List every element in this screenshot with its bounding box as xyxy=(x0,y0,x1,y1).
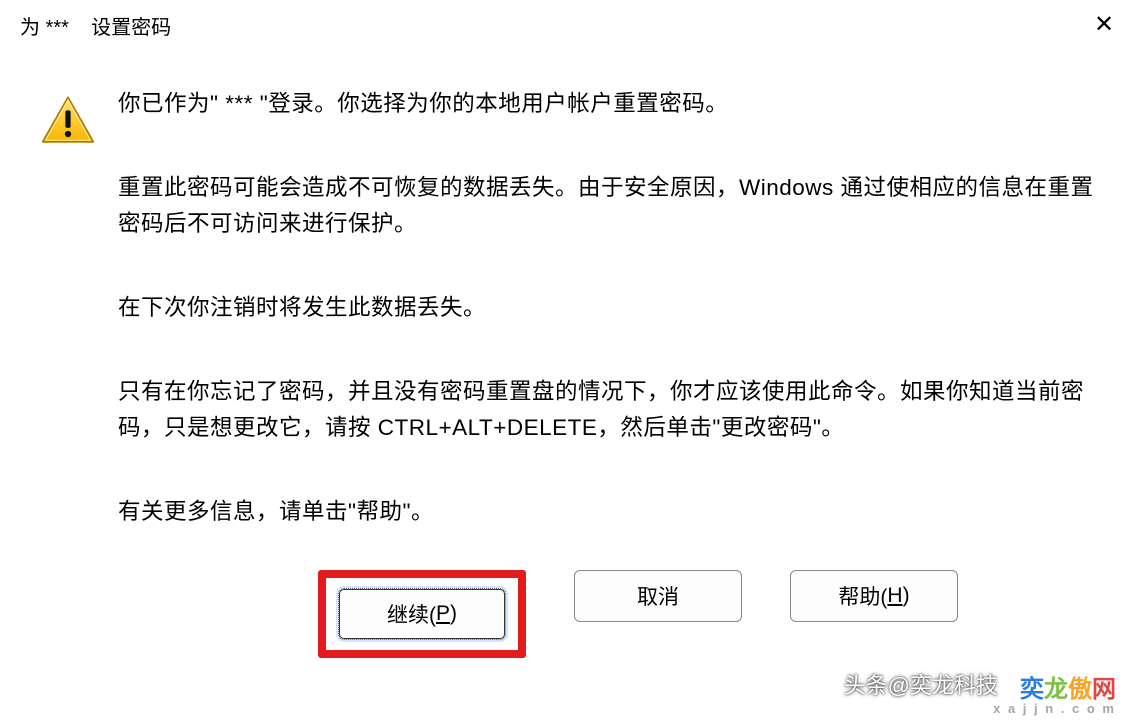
message-column: 你已作为" *** "登录。你选择为你的本地用户帐户重置密码。 重置此密码可能会… xyxy=(108,86,1098,678)
help-button[interactable]: 帮助(H) xyxy=(790,570,958,622)
title-prefix: 为 xyxy=(20,17,46,39)
help-label-post: ) xyxy=(903,584,910,608)
watermark-site-sub: x a j j n . c o m xyxy=(993,702,1116,716)
close-button[interactable]: ✕ xyxy=(1084,6,1124,42)
message-line-1: 你已作为" *** "登录。你选择为你的本地用户帐户重置密码。 xyxy=(118,86,1098,122)
dialog-body: 你已作为" *** "登录。你选择为你的本地用户帐户重置密码。 重置此密码可能会… xyxy=(0,46,1138,688)
message-line-3: 在下次你注销时将发生此数据丢失。 xyxy=(118,290,1098,326)
button-row: 继续(P) 取消 帮助(H) xyxy=(178,560,1098,678)
close-icon: ✕ xyxy=(1094,10,1114,39)
title-suffix: 设置密码 xyxy=(86,17,172,39)
watermark-toutiao: 头条@奕龙科技 xyxy=(844,668,998,700)
message-line-4: 只有在你忘记了密码，并且没有密码重置盘的情况下，你才应该使用此命令。如果你知道当… xyxy=(118,374,1098,446)
msg1-before: 你已作为" xyxy=(118,91,219,116)
continue-label-post: ) xyxy=(450,602,457,626)
icon-column xyxy=(28,86,108,678)
continue-label-pre: 继续( xyxy=(387,599,436,629)
set-password-dialog: 为 *** 设置密码 ✕ xyxy=(0,0,1138,722)
watermark-site-main: 奕龙傲网 xyxy=(993,677,1116,702)
help-label-pre: 帮助( xyxy=(838,581,887,611)
help-accel: H xyxy=(887,584,902,608)
continue-highlight: 继续(P) xyxy=(318,570,526,658)
title-bar: 为 *** 设置密码 ✕ xyxy=(0,0,1138,46)
msg1-after: "登录。你选择为你的本地用户帐户重置密码。 xyxy=(260,91,729,116)
message-line-2: 重置此密码可能会造成不可恢复的数据丢失。由于安全原因，Windows 通过使相应… xyxy=(118,170,1098,242)
dialog-title: 为 *** 设置密码 xyxy=(20,11,171,40)
warning-icon xyxy=(40,94,96,678)
cancel-label: 取消 xyxy=(637,581,679,611)
message-line-5: 有关更多信息，请单击"帮助"。 xyxy=(118,494,1098,530)
title-username: *** xyxy=(46,17,69,39)
cancel-button[interactable]: 取消 xyxy=(574,570,742,622)
continue-accel: P xyxy=(436,602,450,626)
continue-button[interactable]: 继续(P) xyxy=(338,588,506,640)
msg1-user: *** xyxy=(219,91,260,116)
watermark-site: 奕龙傲网 x a j j n . c o m xyxy=(993,677,1116,716)
